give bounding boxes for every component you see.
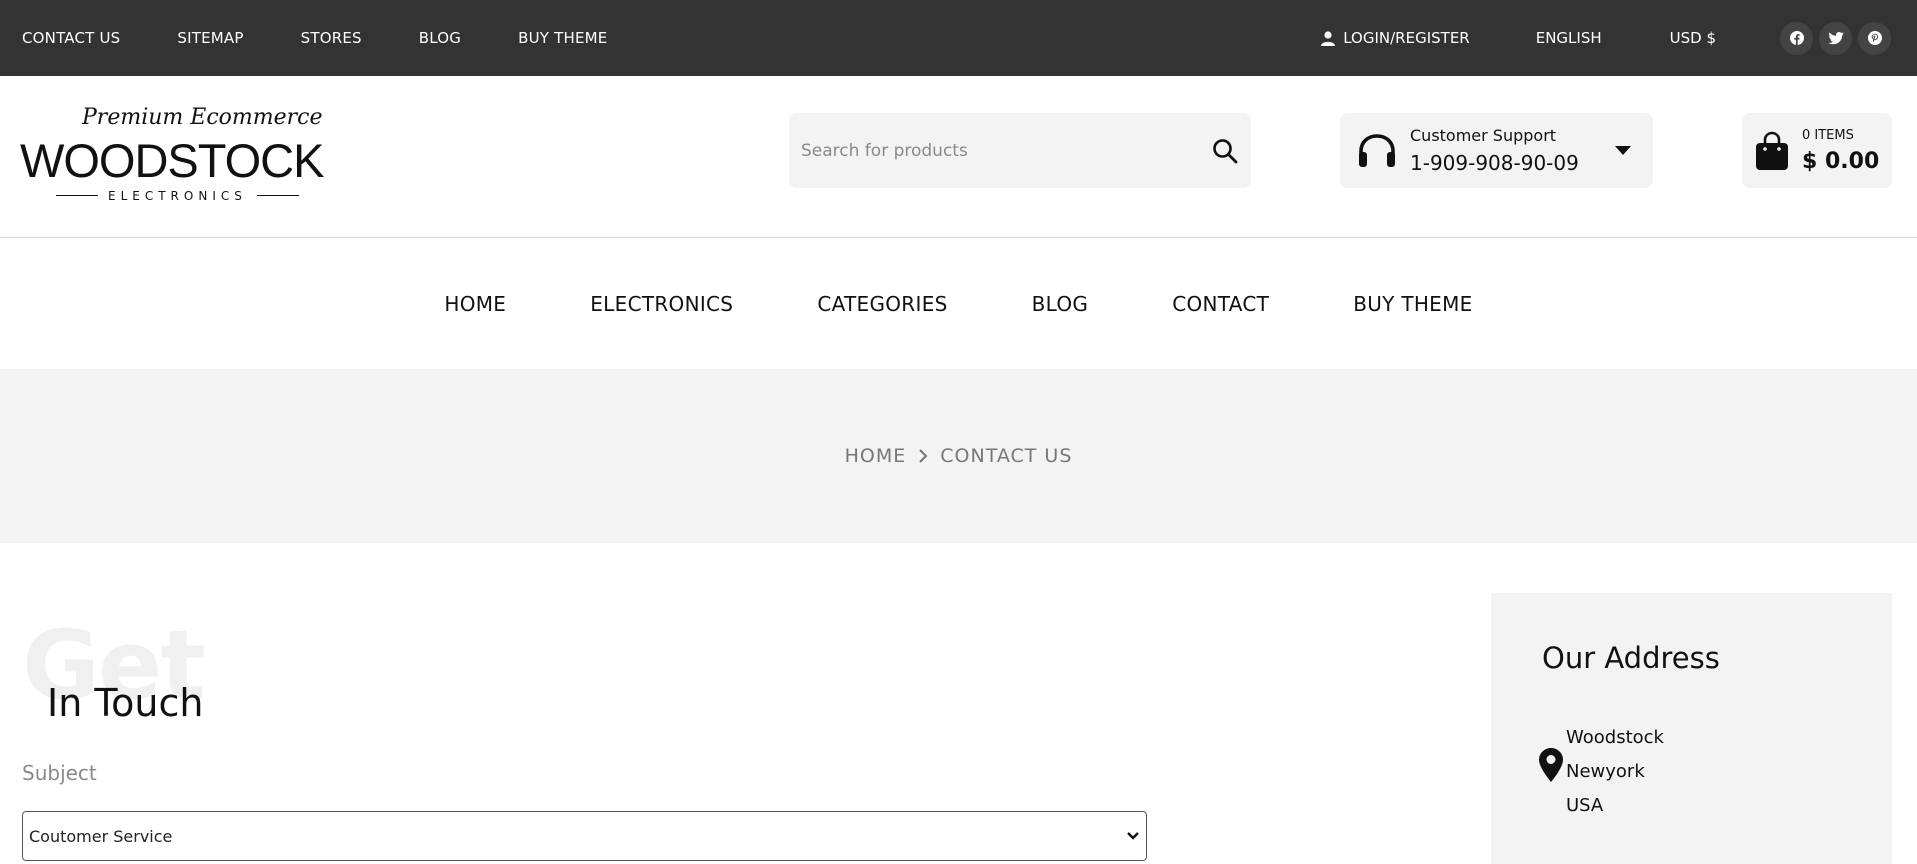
- address-title: Our Address: [1542, 641, 1720, 675]
- shopping-bag-icon: [1756, 131, 1788, 170]
- caret-down-icon[interactable]: [1615, 145, 1631, 156]
- top-link-sitemap[interactable]: SITEMAP: [177, 29, 243, 47]
- address-line: Woodstock: [1566, 727, 1664, 748]
- cart-text: 0 ITEMS $ 0.00: [1802, 128, 1879, 174]
- subject-select[interactable]: Coutomer Service: [22, 811, 1147, 861]
- contact-content: Get In Touch Subject Coutomer Service Ou…: [0, 543, 1917, 864]
- subject-selected-value: Coutomer Service: [29, 826, 173, 846]
- map-pin-icon: [1539, 748, 1563, 782]
- language-selector[interactable]: ENGLISH: [1536, 29, 1602, 47]
- top-link-contact-us[interactable]: CONTACT US: [22, 29, 120, 47]
- currency-selector[interactable]: USD $: [1670, 29, 1716, 47]
- search-input[interactable]: [801, 140, 1211, 161]
- breadcrumb: HOME CONTACT US: [0, 369, 1917, 543]
- top-links: CONTACT US SITEMAP STORES BLOG BUY THEME: [22, 29, 664, 47]
- login-register-link[interactable]: LOGIN/REGISTER: [1321, 29, 1470, 47]
- nav-electronics[interactable]: ELECTRONICS: [590, 292, 733, 316]
- logo-divider-right: [256, 195, 299, 196]
- logo-divider-left: [56, 195, 98, 196]
- main-nav: HOME ELECTRONICS CATEGORIES BLOG CONTACT…: [0, 238, 1917, 369]
- login-register-label: LOGIN/REGISTER: [1343, 29, 1470, 47]
- breadcrumb-home[interactable]: HOME: [845, 445, 907, 467]
- top-bar-right: LOGIN/REGISTER ENGLISH USD $: [1321, 21, 1895, 55]
- top-link-blog[interactable]: BLOG: [419, 29, 461, 47]
- chevron-down-icon: [1127, 832, 1139, 840]
- address-lines: Woodstock Newyork USA: [1566, 721, 1664, 823]
- logo-brand: WOODSTOCK: [20, 133, 324, 187]
- top-link-stores[interactable]: STORES: [301, 29, 362, 47]
- site-logo[interactable]: Premium Ecommerce WOODSTOCK ELECTRONICS: [20, 104, 334, 207]
- social-links: [1780, 21, 1891, 55]
- site-header: Premium Ecommerce WOODSTOCK ELECTRONICS …: [0, 76, 1917, 238]
- user-icon: [1321, 30, 1336, 46]
- page-heading: In Touch: [47, 681, 204, 725]
- cart-box[interactable]: 0 ITEMS $ 0.00: [1742, 113, 1892, 188]
- cart-total: $ 0.00: [1802, 148, 1880, 174]
- pinterest-icon[interactable]: [1858, 21, 1891, 55]
- twitter-icon[interactable]: [1819, 21, 1852, 55]
- support-text: Customer Support 1-909-908-90-09: [1410, 126, 1615, 175]
- search-icon[interactable]: [1211, 137, 1239, 165]
- nav-buy-theme[interactable]: BUY THEME: [1353, 292, 1472, 316]
- nav-categories[interactable]: CATEGORIES: [817, 292, 947, 316]
- support-label: Customer Support: [1410, 126, 1557, 145]
- nav-blog[interactable]: BLOG: [1032, 292, 1089, 316]
- top-bar: CONTACT US SITEMAP STORES BLOG BUY THEME…: [0, 0, 1917, 76]
- chevron-right-icon: [919, 449, 928, 463]
- address-line: Newyork: [1566, 761, 1645, 782]
- nav-home[interactable]: HOME: [444, 292, 506, 316]
- logo-tagline: Premium Ecommerce: [82, 104, 323, 130]
- address-line: USA: [1566, 795, 1604, 816]
- logo-subtitle: ELECTRONICS: [108, 188, 247, 203]
- cart-items-count: 0 ITEMS: [1802, 127, 1854, 143]
- address-panel: Our Address Woodstock Newyork USA: [1491, 593, 1892, 864]
- facebook-icon[interactable]: [1780, 21, 1813, 55]
- nav-contact[interactable]: CONTACT: [1172, 292, 1269, 316]
- breadcrumb-current: CONTACT US: [940, 445, 1073, 467]
- headphones-icon: [1359, 133, 1395, 167]
- search-box: [789, 113, 1251, 188]
- subject-label: Subject: [22, 761, 97, 785]
- customer-support-box[interactable]: Customer Support 1-909-908-90-09: [1340, 113, 1653, 188]
- top-link-buy-theme[interactable]: BUY THEME: [518, 29, 607, 47]
- logo-sub: ELECTRONICS: [56, 189, 299, 203]
- support-phone: 1-909-908-90-09: [1410, 151, 1579, 175]
